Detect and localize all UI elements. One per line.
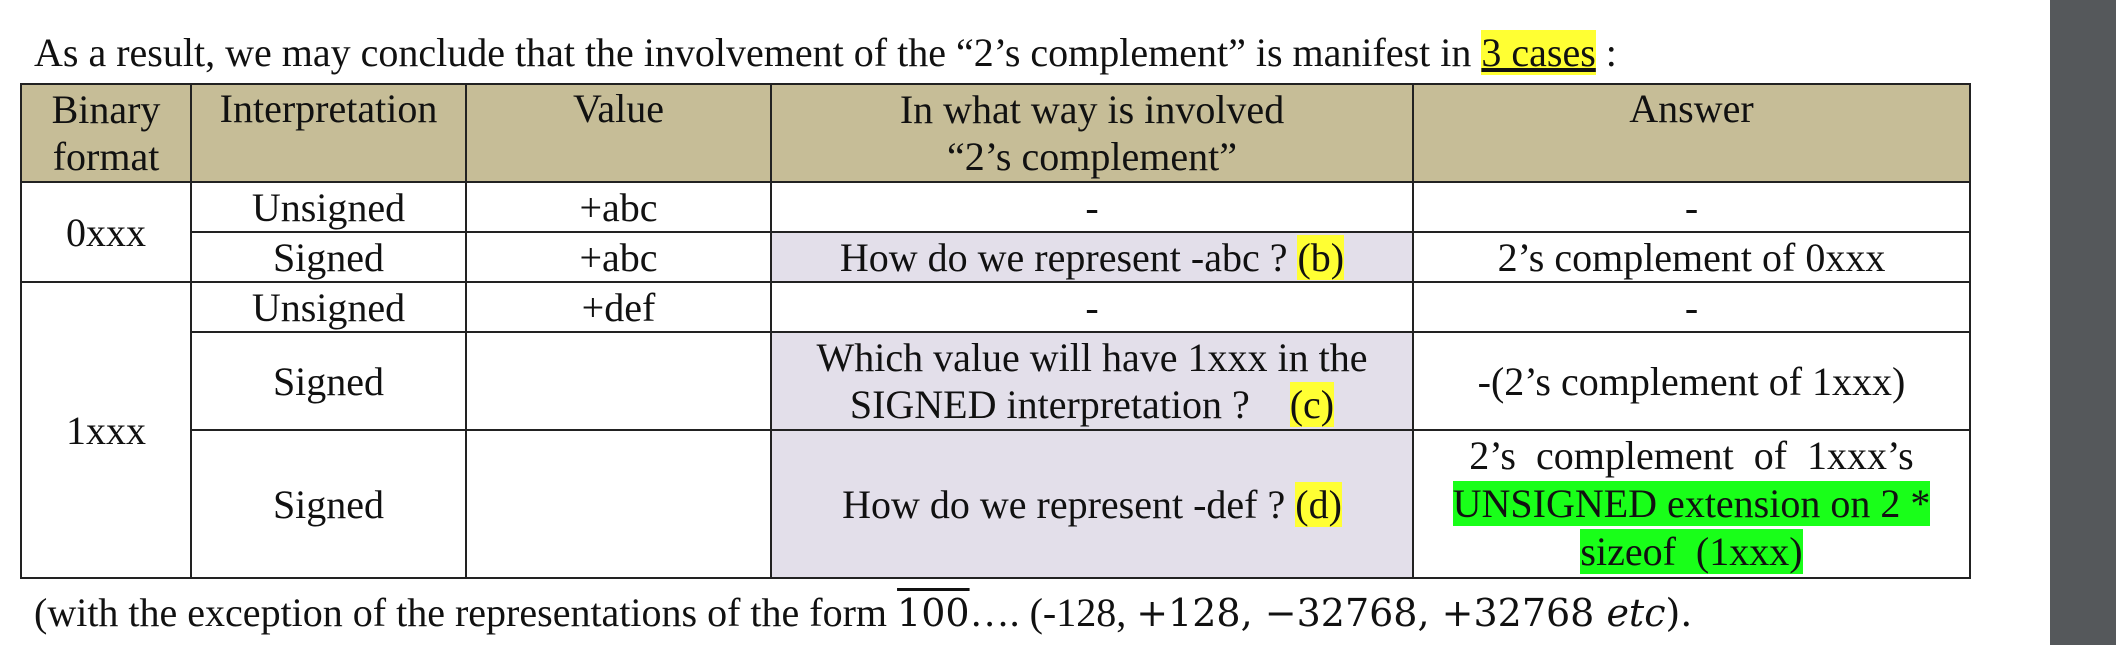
- header-binary-format: Binary format: [20, 83, 192, 183]
- case-tag-c: (c): [1289, 382, 1335, 427]
- involved-cell: -: [770, 181, 1414, 233]
- involved-text: How do we represent -abc ?: [839, 234, 1298, 280]
- footer-text-middle: …. (-128,: [969, 590, 1137, 635]
- intro-text-after: :: [1595, 30, 1617, 75]
- footer-sentence: (with the exception of the representatio…: [34, 590, 1692, 636]
- header-involved-line2: “2’s complement”: [947, 134, 1237, 179]
- interpretation-cell: Signed: [190, 231, 467, 283]
- table-row: 0xxx Unsigned +abc - -: [20, 181, 1971, 283]
- involved-line1: Which value will have 1xxx in the: [816, 335, 1368, 380]
- header-involved-line1: In what way is involved: [899, 87, 1285, 132]
- answer-cell: -(2’s complement of 1xxx): [1412, 331, 1971, 431]
- case-tag-d: (d): [1295, 481, 1342, 527]
- answer-line2: UNSIGNED extension on 2 *: [1414, 480, 1969, 528]
- table-row: Signed How do we represent -def ? (d) 2’…: [21, 429, 1971, 579]
- footer-text-after: ).: [1665, 591, 1693, 635]
- involved-cell: How do we represent -def ? (d): [770, 429, 1414, 579]
- scrollbar-panel[interactable]: [2050, 0, 2116, 645]
- intro-sentence: As a result, we may conclude that the in…: [34, 30, 1617, 76]
- answer-cell: -: [1412, 281, 1971, 333]
- answer-highlight: UNSIGNED extension on 2 *: [1452, 481, 1931, 526]
- involved-cell: -: [770, 281, 1414, 333]
- value-cell: [465, 331, 772, 431]
- involved-cell: Which value will have 1xxx in the SIGNED…: [770, 331, 1414, 431]
- interpretation-cell: Unsigned: [190, 281, 467, 333]
- document-page: As a result, we may conclude that the in…: [0, 0, 2050, 645]
- header-involved: In what way is involved “2’s complement”: [770, 83, 1414, 183]
- value-cell: +abc: [465, 181, 772, 233]
- involved-cell: How do we represent -abc ? (b): [770, 231, 1414, 283]
- table-row: 1xxx Unsigned +def - -: [20, 281, 1971, 579]
- table-header-row: Binary format Interpretation Value In wh…: [20, 83, 1971, 183]
- intro-text: As a result, we may conclude that the in…: [34, 30, 1482, 75]
- answer-highlight: sizeof (1xxx): [1580, 529, 1803, 574]
- intro-highlight: 3 cases: [1481, 30, 1596, 75]
- binary-cell-1xxx: 1xxx: [20, 281, 192, 579]
- involved-text: How do we represent -def ?: [842, 481, 1296, 527]
- interpretation-cell: Unsigned: [190, 181, 467, 233]
- table-row: Signed +abc How do we represent -abc ? (…: [21, 231, 1971, 283]
- binary-cell-0xxx: 0xxx: [20, 181, 192, 283]
- interpretation-cell: Signed: [190, 331, 467, 431]
- complement-table: Binary format Interpretation Value In wh…: [20, 83, 1971, 579]
- value-cell: +def: [465, 281, 772, 333]
- header-answer: Answer: [1412, 83, 1971, 183]
- case-tag-b: (b): [1297, 234, 1345, 280]
- footer-text: (with the exception of the representatio…: [34, 590, 898, 635]
- answer-cell: -: [1412, 181, 1971, 233]
- table-row: Signed Which value will have 1xxx in the…: [21, 331, 1971, 431]
- value-cell: [465, 429, 772, 579]
- footer-overline: 100: [897, 591, 970, 635]
- header-interpretation: Interpretation: [190, 83, 467, 183]
- involved-line2: SIGNED interpretation ? (c): [772, 381, 1412, 428]
- interpretation-cell: Signed: [190, 429, 467, 579]
- footer-math-italic: etc: [1606, 591, 1666, 635]
- answer-cell: 2’s complement of 0xxx: [1412, 231, 1971, 283]
- header-value: Value: [465, 83, 772, 183]
- answer-cell: 2’s complement of 1xxx’s UNSIGNED extens…: [1412, 429, 1971, 579]
- involved-text: SIGNED interpretation ?: [849, 382, 1290, 427]
- answer-line1: 2’s complement of 1xxx’s: [1469, 433, 1914, 478]
- footer-math: +128, −32768, +32768: [1136, 591, 1607, 635]
- answer-line3: sizeof (1xxx): [1414, 528, 1969, 576]
- value-cell: +abc: [465, 231, 772, 283]
